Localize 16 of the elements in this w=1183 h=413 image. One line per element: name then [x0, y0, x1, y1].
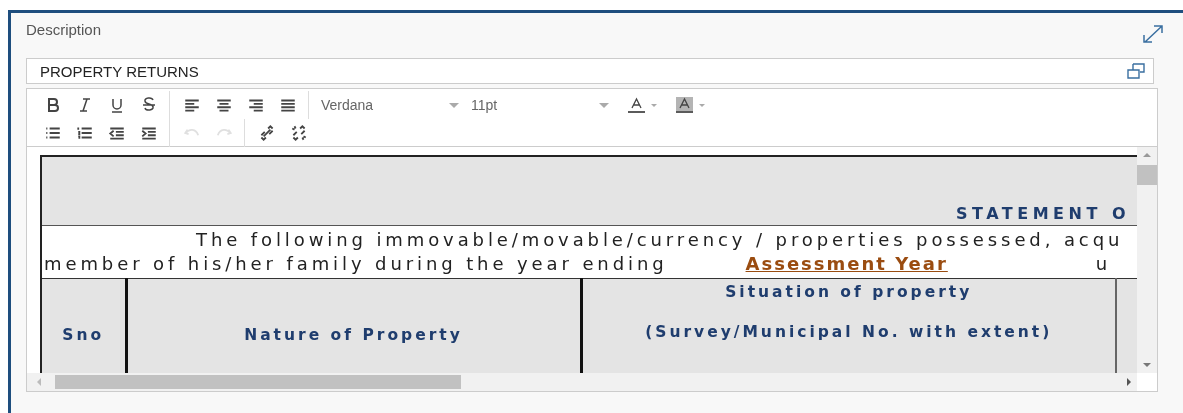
subject-field[interactable]: PROPERTY RETURNS	[26, 58, 1154, 84]
document-heading: STATEMENT O	[956, 204, 1130, 223]
vertical-scrollbar[interactable]	[1137, 147, 1157, 373]
column-header: Nature of Property	[126, 278, 581, 373]
popout-icon[interactable]	[1126, 63, 1146, 79]
intro-text: member of his/her family during the year ending	[44, 252, 668, 276]
intro-text: The following immovable/movable/currency / properties possessed, acqu	[195, 228, 1125, 252]
column-header: Sno	[41, 278, 126, 373]
panel-title: Description	[26, 20, 102, 38]
expand-icon[interactable]	[1142, 24, 1164, 44]
horizontal-scrollbar[interactable]	[27, 373, 1137, 391]
intro-text: u	[1095, 252, 1112, 276]
assessment-year-link[interactable]: Assessment Year	[745, 252, 956, 276]
font-size-select[interactable]: 11pt	[465, 93, 615, 117]
font-select[interactable]: Verdana	[315, 93, 465, 117]
column-header: Situation of property (Survey/Municipal No. with extent)	[581, 278, 1116, 373]
